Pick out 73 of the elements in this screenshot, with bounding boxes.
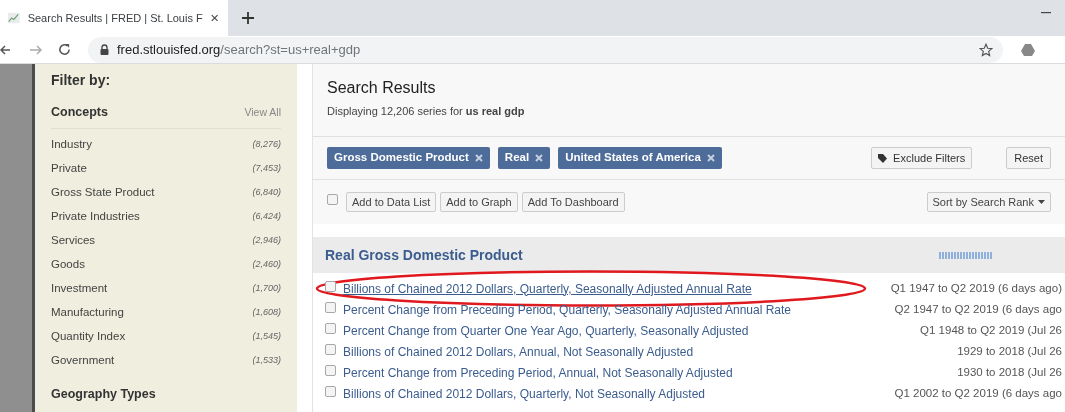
- remove-icon[interactable]: [474, 154, 483, 162]
- chart-logo-icon: [8, 11, 20, 25]
- close-icon[interactable]: [210, 13, 218, 23]
- series-link[interactable]: Billions of Chained 2012 Dollars, Quarterly, Not Seasonally Adjusted: [343, 384, 705, 403]
- checkbox[interactable]: [325, 365, 336, 376]
- popularity-bar-icon: [939, 251, 993, 259]
- section-heading: Concepts: [51, 104, 108, 121]
- series-link[interactable]: Billions of Chained 2012 Dollars, Annual, Not Seasonally Adjusted: [343, 342, 694, 361]
- browser-tab[interactable]: Search Results | FRED | St. Louis F: [0, 0, 228, 36]
- checkbox[interactable]: [325, 302, 336, 313]
- tags-icon: [878, 153, 890, 163]
- series-link[interactable]: Percent Change from Preceding Period, Annual, Not Seasonally Adjusted: [343, 363, 733, 382]
- lock-icon: [100, 44, 109, 55]
- filter-tag[interactable]: United States of America: [558, 147, 722, 169]
- date-range: Q1 1947 to Q2 2019 (6 days ago): [890, 280, 1063, 296]
- star-icon[interactable]: [979, 42, 993, 57]
- remove-icon[interactable]: [706, 154, 715, 162]
- checkbox[interactable]: [325, 281, 336, 292]
- checkbox[interactable]: [327, 193, 338, 205]
- address-bar[interactable]: fred.stlouisfed.org/search?st=us+real+gdp: [88, 36, 1003, 63]
- checkbox[interactable]: [325, 386, 336, 397]
- concept-count: (1,545): [252, 330, 281, 343]
- caret-icon: [1038, 200, 1045, 204]
- remove-icon[interactable]: [535, 154, 544, 162]
- concept-count: (6,424): [252, 210, 281, 223]
- reload-icon[interactable]: [58, 43, 71, 56]
- group-title[interactable]: Real Gross Domestic Product: [325, 244, 523, 266]
- series-link[interactable]: Percent Change from Preceding Period, Quarterly, Seasonally Adjusted Annual Rate: [343, 300, 792, 319]
- series-link[interactable]: Percent Change from Quarter One Year Ago, Quarterly, Seasonally Adjusted: [343, 321, 749, 340]
- concept-count: (6,840): [252, 186, 281, 199]
- action-button[interactable]: Add To Dashboard: [521, 192, 625, 212]
- tab-title: Search Results | FRED | St. Louis F: [27, 10, 203, 26]
- concept-link[interactable]: Private Industries: [51, 208, 140, 226]
- date-range: 1930 to 2018 (Jul 26: [957, 364, 1063, 380]
- filter-tag[interactable]: Real: [497, 147, 551, 169]
- concept-link[interactable]: Investment: [51, 280, 108, 298]
- date-range: Q2 1947 to Q2 2019 (6 days ago: [894, 301, 1063, 317]
- reset-button[interactable]: Reset: [1006, 147, 1051, 169]
- checkbox[interactable]: [325, 344, 336, 355]
- minimize-icon[interactable]: [1041, 12, 1051, 14]
- concept-count: (1,608): [252, 306, 281, 319]
- new-tab-icon[interactable]: [242, 12, 254, 24]
- sort-dropdown[interactable]: Sort by Search Rank: [926, 192, 1051, 212]
- date-range: Q1 1948 to Q2 2019 (Jul 26: [920, 322, 1063, 338]
- section-heading: Geography Types: [51, 385, 157, 403]
- concept-count: (1,700): [252, 282, 281, 295]
- action-button[interactable]: Add to Data List: [346, 192, 437, 212]
- checkbox[interactable]: [325, 323, 336, 334]
- concept-link[interactable]: Goods: [51, 256, 85, 274]
- concept-link[interactable]: Government: [51, 352, 115, 370]
- concept-count: (8,276): [252, 138, 281, 151]
- concept-link[interactable]: Quantity Index: [51, 328, 126, 346]
- filter-tag[interactable]: Gross Domestic Product: [327, 147, 490, 169]
- concept-count: (1,533): [252, 354, 281, 367]
- url-text: fred.stlouisfed.org/search?st=us+real+gdp: [117, 40, 361, 59]
- exclude-filters-button[interactable]: Exclude Filters: [871, 147, 973, 169]
- back-arrow-icon[interactable]: [0, 43, 10, 56]
- date-range: Q1 2002 to Q2 2019 (6 days ago: [894, 385, 1063, 401]
- forward-arrow-icon[interactable]: [30, 43, 42, 56]
- concept-count: (2,460): [252, 258, 281, 271]
- extension-icon[interactable]: [1021, 43, 1035, 56]
- concept-link[interactable]: Manufacturing: [51, 304, 124, 322]
- results-summary: Displaying 12,206 series for us real gdp: [327, 104, 526, 119]
- concept-link[interactable]: Services: [51, 232, 96, 250]
- concept-link[interactable]: Gross State Product: [51, 184, 155, 202]
- concept-link[interactable]: Private: [51, 160, 87, 178]
- concept-count: (2,946): [252, 234, 281, 247]
- sidebar-title: Filter by:: [51, 71, 112, 90]
- page-heading: Search Results: [327, 78, 437, 98]
- date-range: 1929 to 2018 (Jul 26: [957, 343, 1063, 359]
- action-button[interactable]: Add to Graph: [440, 192, 518, 212]
- concept-count: (7,453): [252, 162, 281, 175]
- concept-link[interactable]: Industry: [51, 136, 92, 154]
